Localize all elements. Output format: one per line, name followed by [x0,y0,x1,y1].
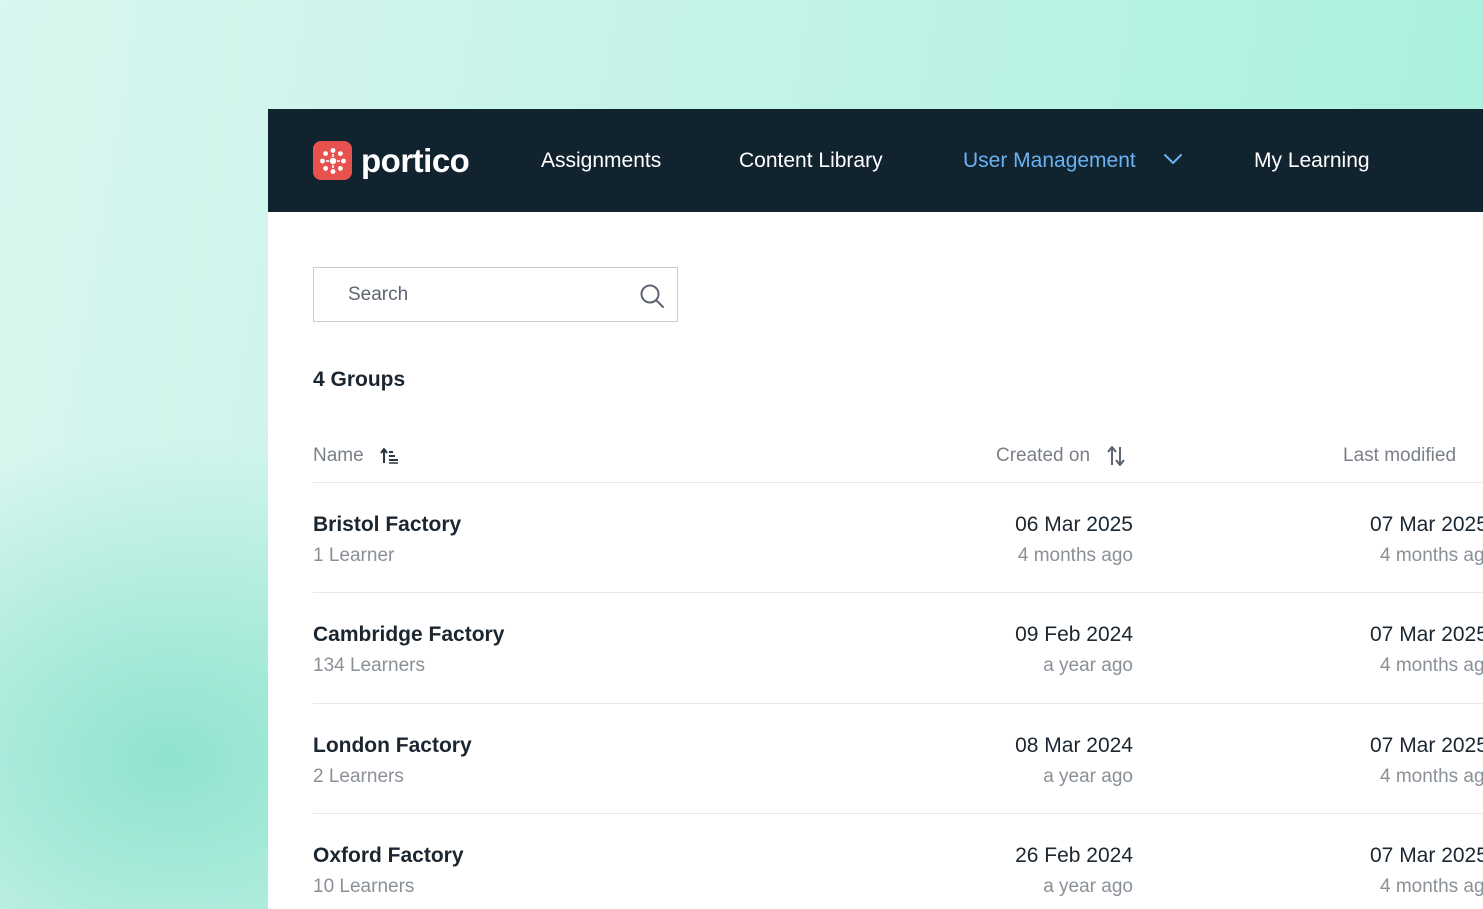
nav-item-assignments[interactable]: Assignments [541,147,661,175]
group-name[interactable]: Oxford Factory [313,842,464,870]
column-header-name[interactable]: Name [313,443,400,469]
table-row[interactable]: London Factory 2 Learners 08 Mar 2024 a … [313,703,1483,814]
created-relative: a year ago [1043,766,1133,787]
chevron-down-icon[interactable] [1163,152,1183,170]
nav-item-content-library[interactable]: Content Library [739,147,883,175]
column-header-label: Last modified [1343,445,1457,466]
modified-relative: 4 months ago [1380,545,1483,566]
learner-count: 2 Learners [313,766,404,787]
top-navbar: portico Assignments Content Library User… [268,109,1483,212]
groups-count: 4 Groups [313,368,406,391]
created-relative: a year ago [1043,876,1133,897]
modified-relative: 4 months ago [1380,876,1483,897]
modified-relative: 4 months ago [1380,766,1483,787]
group-name[interactable]: Cambridge Factory [313,621,504,649]
modified-relative: 4 months ago [1380,655,1483,676]
created-date: 08 Mar 2024 [1015,734,1133,757]
modified-date: 07 Mar 2025 [1370,513,1483,536]
nav-item-user-management[interactable]: User Management [963,147,1136,175]
created-relative: 4 months ago [1017,545,1133,566]
column-header-last-modified[interactable]: Last modified [1343,443,1456,469]
created-date: 09 Feb 2024 [1015,623,1133,646]
sort-arrows-icon[interactable] [1106,445,1126,467]
learner-count: 134 Learners [313,655,425,676]
table-row[interactable]: Oxford Factory 10 Learners 26 Feb 2024 a… [313,813,1483,909]
portico-logo[interactable]: portico [313,141,470,180]
created-date: 06 Mar 2025 [1015,513,1133,536]
created-date: 26 Feb 2024 [1015,844,1133,867]
column-header-label: Name [313,445,364,466]
search-input[interactable] [348,268,628,321]
created-relative: a year ago [1043,655,1133,676]
table-row[interactable]: Bristol Factory 1 Learner 06 Mar 2025 4 … [313,482,1483,593]
modified-date: 07 Mar 2025 [1370,623,1483,646]
nav-item-my-learning[interactable]: My Learning [1254,147,1370,175]
modified-date: 07 Mar 2025 [1370,734,1483,757]
sort-ascending-icon[interactable] [379,447,400,465]
portico-logo-icon [313,141,352,180]
modified-date: 07 Mar 2025 [1370,844,1483,867]
search-icon[interactable] [639,283,665,314]
group-name[interactable]: London Factory [313,732,472,760]
column-header-created[interactable]: Created on [996,443,1126,469]
learner-count: 1 Learner [313,545,395,566]
table-row[interactable]: Cambridge Factory 134 Learners 09 Feb 20… [313,592,1483,703]
app-window: portico Assignments Content Library User… [268,109,1483,909]
column-header-label: Created on [996,445,1091,466]
search-box [313,267,678,322]
group-name[interactable]: Bristol Factory [313,511,461,539]
portico-wordmark: portico [361,142,470,179]
learner-count: 10 Learners [313,876,415,897]
